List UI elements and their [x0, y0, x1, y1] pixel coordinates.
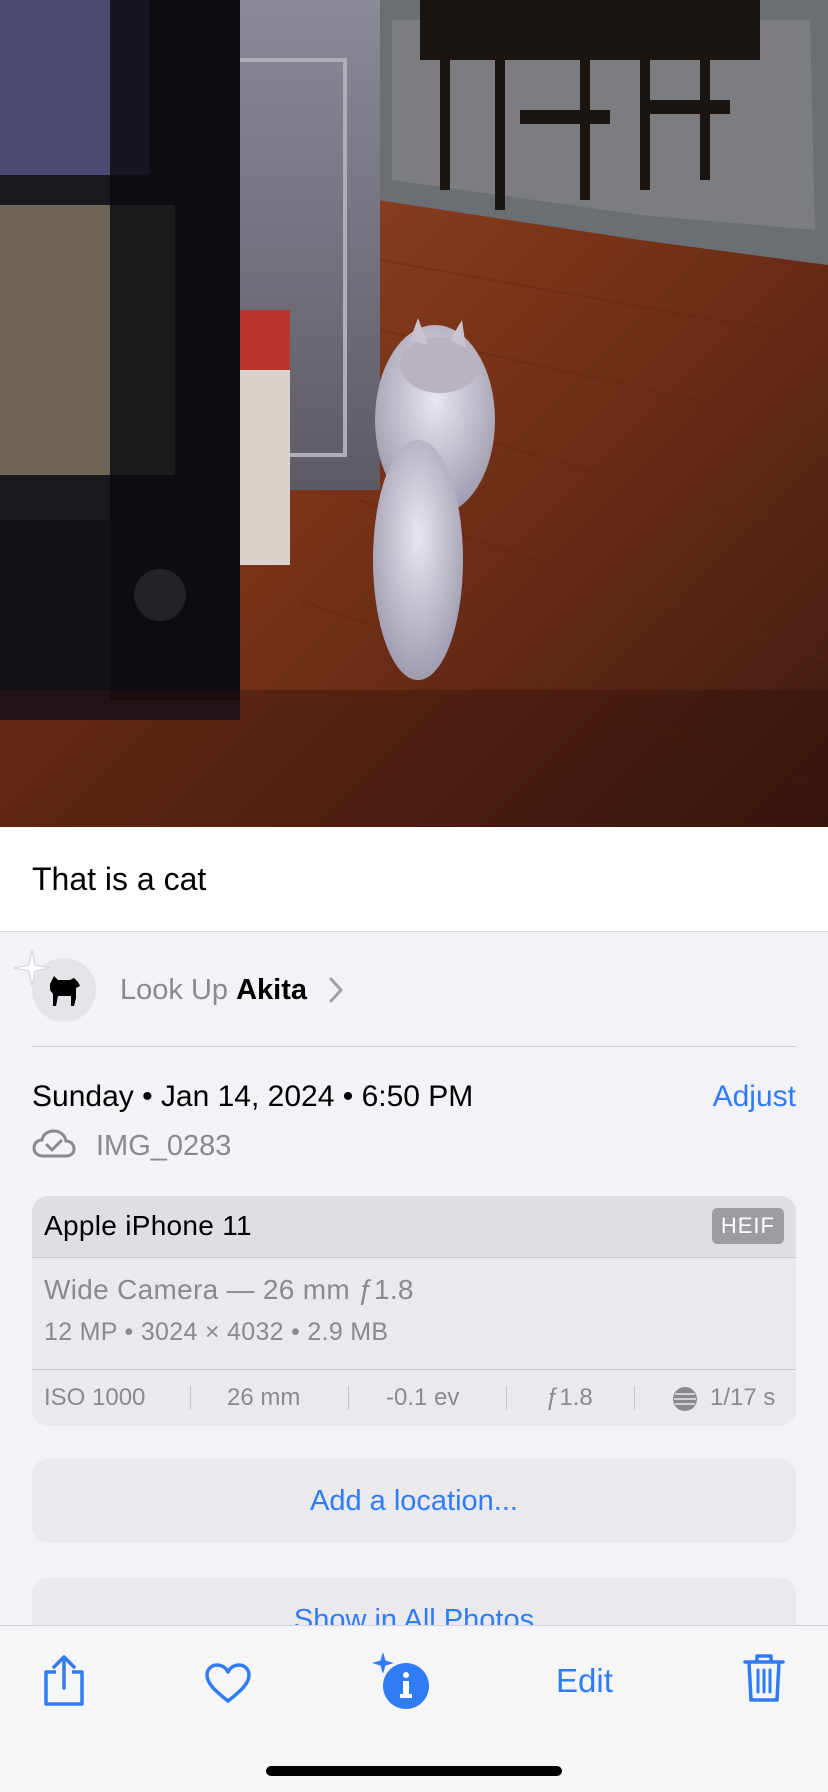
- info-sparkle-icon[interactable]: [370, 1650, 432, 1712]
- device-name: Apple iPhone 11: [44, 1210, 252, 1241]
- home-indicator[interactable]: [266, 1766, 562, 1776]
- sparkle-icon: [13, 949, 51, 987]
- image-specs: 12 MP • 3024 × 4032 • 2.9 MB: [44, 1318, 389, 1346]
- shutter-speed-value: 1/17 s: [710, 1384, 776, 1411]
- divider: [32, 1046, 796, 1047]
- cat-photo: [0, 0, 828, 827]
- chevron-right-icon: [329, 977, 343, 1003]
- visual-lookup-row[interactable]: Look Up Akita: [13, 949, 796, 1024]
- bottom-toolbar: Edit: [0, 1625, 828, 1792]
- exif-separator: [190, 1386, 191, 1410]
- format-badge: HEIF: [711, 1208, 784, 1244]
- exif-row: ISO 1000 26 mm -0.1 ev ƒ1.8 1/17 s: [32, 1369, 796, 1426]
- exposure-value: -0.1 ev: [386, 1384, 460, 1411]
- caption-area[interactable]: That is a cat: [0, 827, 828, 932]
- exif-separator: [634, 1386, 635, 1410]
- trash-icon[interactable]: [742, 1652, 786, 1704]
- cloud-check-icon: [32, 1129, 76, 1158]
- camera-header: Apple iPhone 11 HEIF: [32, 1196, 796, 1258]
- focal-length-value: 26 mm: [227, 1384, 301, 1411]
- file-name: IMG_0283: [96, 1130, 232, 1162]
- photo-info-screen: That is a cat Look Up Akita Sunday • Jan…: [0, 0, 828, 1792]
- edit-button[interactable]: Edit: [556, 1662, 613, 1700]
- shutter-speed-icon: [673, 1387, 697, 1411]
- exif-separator: [348, 1386, 349, 1410]
- iso-value: ISO 1000: [44, 1384, 146, 1411]
- camera-info-card: Apple iPhone 11 HEIF Wide Camera — 26 mm…: [32, 1196, 796, 1426]
- aperture-value: ƒ1.8: [546, 1384, 593, 1411]
- lookup-label: Look Up Akita: [120, 974, 307, 1006]
- lens-info: Wide Camera — 26 mm ƒ1.8: [44, 1274, 414, 1305]
- photo-view[interactable]: [0, 0, 828, 827]
- exif-separator: [506, 1386, 507, 1410]
- heart-icon[interactable]: [204, 1662, 252, 1704]
- share-icon[interactable]: [42, 1654, 86, 1708]
- adjust-button[interactable]: Adjust: [713, 1080, 796, 1114]
- caption-text[interactable]: That is a cat: [32, 861, 206, 898]
- photo-date: Sunday • Jan 14, 2024 • 6:50 PM: [32, 1080, 474, 1113]
- add-location-button[interactable]: Add a location...: [32, 1459, 796, 1543]
